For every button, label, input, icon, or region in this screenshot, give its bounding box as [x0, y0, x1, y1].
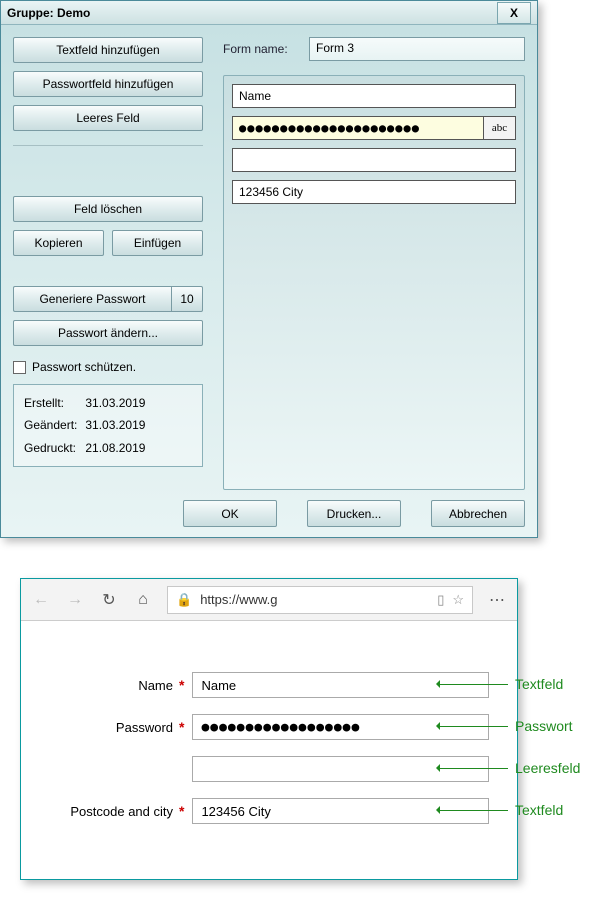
refresh-icon[interactable]: ↻ [99, 590, 119, 610]
browser-toolbar: ← → ↻ ⌂ 🔒 https://www.g ▯ ☆ ⋯ [21, 579, 517, 621]
form-name-input[interactable]: Form 3 [309, 37, 525, 61]
close-button[interactable]: X [497, 2, 531, 24]
cancel-button[interactable]: Abbrechen [431, 500, 525, 527]
name-input[interactable] [192, 672, 489, 698]
nav-back-icon: ← [31, 591, 51, 609]
password-reveal-toggle[interactable]: abc [483, 117, 515, 139]
delete-field-button[interactable]: Feld löschen [13, 196, 203, 222]
protect-password-checkbox[interactable] [13, 361, 26, 374]
paste-button[interactable]: Einfügen [112, 230, 203, 256]
form-editor-dialog: Gruppe: Demo X Textfeld hinzufügen Passw… [0, 0, 538, 538]
ok-button[interactable]: OK [183, 500, 277, 527]
password-masked: ●●●●●●●●●●●●●●●●●●●●●● [239, 121, 420, 135]
password-field-row[interactable]: ●●●●●●●●●●●●●●●●●●●●●● abc [232, 116, 516, 140]
annotation-arrow [438, 726, 508, 727]
print-button[interactable]: Drucken... [307, 500, 401, 527]
annotation-arrow [438, 684, 508, 685]
favorite-icon[interactable]: ☆ [452, 592, 464, 608]
postcode-city-input[interactable] [192, 798, 489, 824]
required-icon: * [179, 719, 192, 735]
url-bar[interactable]: 🔒 https://www.g ▯ ☆ [167, 586, 473, 614]
empty-input[interactable] [192, 756, 489, 782]
annotation-emptyfield: Leeresfeld [515, 760, 580, 776]
created-value: 31.03.2019 [85, 393, 145, 413]
browser-window: ← → ↻ ⌂ 🔒 https://www.g ▯ ☆ ⋯ Name * Pas… [20, 578, 518, 880]
dialog-title: Gruppe: Demo [7, 6, 90, 20]
empty-field-row[interactable] [232, 148, 516, 172]
name-label: Name [49, 678, 179, 693]
password-length-field[interactable]: 10 [171, 286, 203, 312]
generate-password-button[interactable]: Generiere Passwort [13, 286, 171, 312]
nav-forward-icon: → [65, 591, 85, 609]
change-password-button[interactable]: Passwort ändern... [13, 320, 203, 346]
protect-password-label: Passwort schützen. [32, 360, 136, 374]
add-textfield-button[interactable]: Textfeld hinzufügen [13, 37, 203, 63]
home-icon[interactable]: ⌂ [133, 591, 153, 609]
more-icon[interactable]: ⋯ [487, 590, 507, 610]
printed-label: Gedruckt: [24, 438, 83, 458]
lock-icon: 🔒 [176, 592, 192, 608]
password-label: Password [49, 720, 179, 735]
annotation-arrow [438, 810, 508, 811]
postcode-city-label: Postcode and city [49, 804, 179, 819]
reading-view-icon[interactable]: ▯ [437, 592, 444, 608]
form-name-label: Form name: [223, 42, 293, 56]
sidebar: Textfeld hinzufügen Passwortfeld hinzufü… [13, 37, 203, 490]
annotation-textfield: Textfeld [515, 676, 563, 692]
required-icon: * [179, 677, 192, 693]
browser-page: Name * Password * * Postcode and city * [21, 621, 517, 879]
text-field-row[interactable]: 123456 City [232, 180, 516, 204]
url-text: https://www.g [200, 592, 429, 607]
text-field-row[interactable]: Name [232, 84, 516, 108]
password-input[interactable] [192, 714, 489, 740]
empty-field-button[interactable]: Leeres Feld [13, 105, 203, 131]
add-passwordfield-button[interactable]: Passwortfeld hinzufügen [13, 71, 203, 97]
printed-value: 21.08.2019 [85, 438, 145, 458]
required-icon: * [179, 803, 192, 819]
divider [13, 145, 203, 146]
copy-button[interactable]: Kopieren [13, 230, 104, 256]
annotation-arrow [438, 768, 508, 769]
changed-label: Geändert: [24, 415, 83, 435]
changed-value: 31.03.2019 [85, 415, 145, 435]
field-list: Name ●●●●●●●●●●●●●●●●●●●●●● abc 123456 C… [223, 75, 525, 490]
annotation-textfield: Textfeld [515, 802, 563, 818]
metadata-box: Erstellt:31.03.2019 Geändert:31.03.2019 … [13, 384, 203, 467]
created-label: Erstellt: [24, 393, 83, 413]
annotation-password: Passwort [515, 718, 573, 734]
titlebar: Gruppe: Demo X [1, 1, 537, 25]
